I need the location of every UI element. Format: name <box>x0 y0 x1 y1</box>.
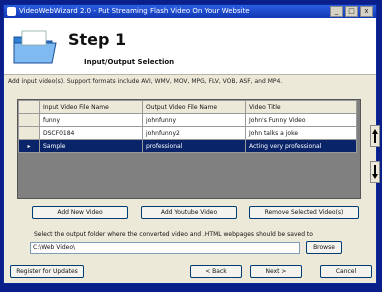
step-subtitle: Input/Output Selection <box>84 58 175 66</box>
column-header-input[interactable]: Input Video File Name <box>39 100 143 114</box>
cancel-button[interactable]: Cancel <box>320 265 372 278</box>
row-marker[interactable] <box>18 126 40 140</box>
row-header-corner <box>18 100 40 114</box>
table-row-selected[interactable]: ▸ Sample professional Acting very profes… <box>18 139 357 153</box>
video-grid[interactable]: Input Video File Name Output Video File … <box>17 99 361 199</box>
table-row[interactable]: funny johnfunny John's Funny Video <box>18 113 357 127</box>
video-title-cell[interactable]: Acting very professional <box>245 139 357 153</box>
output-file-cell[interactable]: johnfunny2 <box>142 126 246 140</box>
step-title: Step 1 <box>68 30 127 49</box>
arrow-down-icon <box>372 165 378 179</box>
title-bar[interactable]: VideoWebWizard 2.0 - Put Streaming Flash… <box>4 5 376 18</box>
input-file-cell[interactable]: DSCF0184 <box>39 126 143 140</box>
arrow-up-icon <box>372 129 378 143</box>
minimize-button[interactable]: _ <box>330 6 343 17</box>
add-new-video-button[interactable]: Add New Video <box>32 206 128 219</box>
column-header-title[interactable]: Video Title <box>245 100 357 114</box>
instructions-text: Add input video(s). Support formats incl… <box>8 78 283 85</box>
window-title: VideoWebWizard 2.0 - Put Streaming Flash… <box>19 7 250 15</box>
column-header-output[interactable]: Output Video File Name <box>142 100 246 114</box>
row-marker[interactable] <box>18 113 40 127</box>
remove-videos-button[interactable]: Remove Selected Video(s) <box>249 206 359 219</box>
input-file-cell[interactable]: funny <box>39 113 143 127</box>
input-file-cell[interactable]: Sample <box>39 139 143 153</box>
browse-button[interactable]: Browse <box>306 241 342 254</box>
wizard-header: Step 1 Input/Output Selection <box>4 18 376 75</box>
folder-icon <box>13 30 57 64</box>
close-button[interactable]: x <box>360 6 373 17</box>
grid-header-row: Input Video File Name Output Video File … <box>18 100 357 114</box>
video-title-cell[interactable]: John talks a joke <box>245 126 357 140</box>
register-button[interactable]: Register for Updates <box>10 265 84 278</box>
video-title-cell[interactable]: John's Funny Video <box>245 113 357 127</box>
output-folder-label: Select the output folder where the conve… <box>34 231 313 238</box>
wizard-window: VideoWebWizard 2.0 - Put Streaming Flash… <box>3 4 380 284</box>
app-icon <box>7 7 16 16</box>
output-file-cell[interactable]: johnfunny <box>142 113 246 127</box>
table-row[interactable]: DSCF0184 johnfunny2 John talks a joke <box>18 126 357 140</box>
output-folder-input[interactable]: C:\Web Video\ <box>30 242 300 254</box>
next-button[interactable]: Next > <box>250 265 302 278</box>
move-down-button[interactable] <box>370 161 380 183</box>
add-youtube-video-button[interactable]: Add Youtube Video <box>141 206 237 219</box>
move-up-button[interactable] <box>370 125 380 147</box>
maximize-button[interactable]: □ <box>345 6 358 17</box>
row-marker[interactable]: ▸ <box>18 139 40 153</box>
back-button[interactable]: < Back <box>190 265 242 278</box>
output-file-cell[interactable]: professional <box>142 139 246 153</box>
